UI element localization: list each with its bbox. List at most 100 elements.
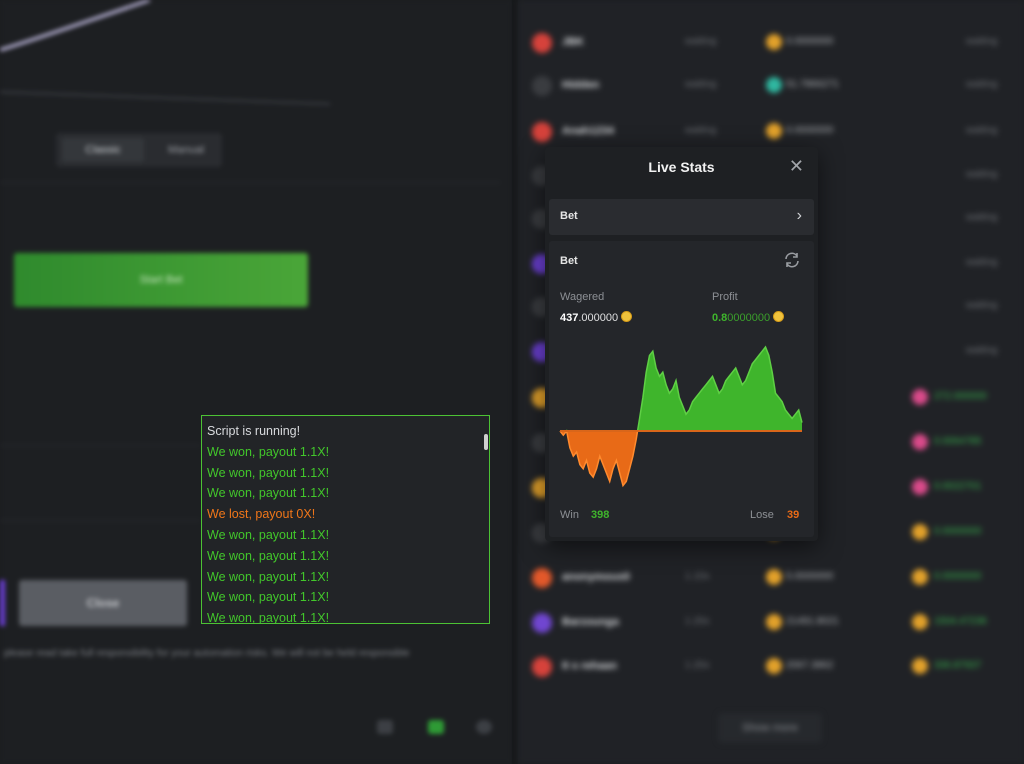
close-button[interactable]: Close	[19, 580, 187, 626]
profit-label: Profit	[712, 291, 738, 303]
payout-status: waiting	[966, 212, 998, 223]
coin-icon	[912, 479, 928, 495]
log-scrollbar[interactable]	[484, 434, 488, 450]
avatar	[532, 76, 552, 96]
log-line: We won, payout 1.1X!	[207, 527, 330, 542]
bet-amount: 0.0000000	[786, 36, 834, 47]
stats-card: Bet Wagered 437.000000 Profit 0.80000000…	[549, 241, 814, 537]
payout-amount: 272.000000	[934, 391, 987, 402]
payout-amount: 0.0000000	[934, 571, 982, 582]
game-area-background: Classic Manual Start Bet Close please re…	[0, 0, 512, 764]
help-icon[interactable]	[476, 720, 492, 734]
profit-value: 0.80000000	[712, 311, 785, 324]
payout-amount: 1504.47236	[934, 616, 987, 627]
win-count: 398	[591, 509, 610, 521]
lose-count: 39	[787, 509, 800, 521]
player-row: Anah1234 waiting 0.0000000 waiting	[530, 116, 1020, 146]
player-row: JBK waiting 0.0000000 waiting	[530, 27, 1020, 57]
player-name: It s rehaan	[562, 660, 618, 672]
bet-mode-tabs: Classic Manual	[56, 133, 222, 167]
player-name: Hidden	[562, 79, 600, 91]
profit-chart	[559, 345, 803, 488]
divider	[0, 520, 200, 521]
stats-icon[interactable]	[428, 720, 444, 734]
player-name: anonymous0	[562, 571, 630, 583]
avatar	[532, 657, 552, 677]
live-stats-panel: Live Stats ✕ Bet › Bet Wagered 437.00000…	[545, 147, 818, 541]
payout-status: waiting	[966, 169, 998, 180]
log-line: We won, payout 1.1X!	[207, 486, 330, 501]
coin-icon	[912, 434, 928, 450]
coin-icon	[912, 658, 928, 674]
keyboard-icon[interactable]	[377, 720, 393, 734]
coin-icon	[766, 614, 782, 630]
selector-label: Bet	[560, 210, 578, 222]
player-name: Barzounga	[562, 616, 619, 628]
log-line: We won, payout 1.1X!	[207, 611, 330, 624]
disclaimer-text: please read take full responsibility for…	[4, 648, 410, 659]
payout-status: waiting	[966, 125, 998, 136]
coin-icon	[912, 614, 928, 630]
log-line: We won, payout 1.1X!	[207, 548, 330, 563]
payout-status: waiting	[966, 36, 998, 47]
log-line: We won, payout 1.1X!	[207, 444, 330, 459]
payout-status: waiting	[966, 300, 998, 311]
win-label: Win	[560, 509, 579, 521]
bet-amount: 21491.8021	[786, 616, 839, 627]
start-bet-button[interactable]: Start Bet	[14, 253, 308, 307]
bet-amount: 51.7866271	[786, 79, 839, 90]
refresh-icon[interactable]	[783, 251, 801, 269]
coin-icon	[912, 389, 928, 405]
profit-integer: 0.8	[712, 312, 728, 324]
profit-decimal: 0000000	[727, 312, 771, 324]
crash-graph-ghost	[0, 0, 331, 105]
divider	[0, 182, 500, 183]
payout-amount: 336.87937	[934, 660, 982, 671]
avatar	[532, 122, 552, 142]
coin-icon	[766, 658, 782, 674]
wagered-decimal: .000000	[578, 312, 619, 324]
lose-label: Lose	[750, 509, 774, 521]
show-more-button[interactable]: Show more	[718, 713, 822, 743]
coin-icon	[766, 34, 782, 50]
player-time: 1.10x	[685, 571, 710, 582]
coin-icon	[766, 123, 782, 139]
stats-section-label: Bet	[560, 255, 578, 267]
log-line: We won, payout 1.1X!	[207, 569, 330, 584]
player-name: JBK	[562, 36, 585, 48]
bet-amount: 5.0000000	[786, 571, 834, 582]
coin-icon	[912, 569, 928, 585]
player-time: waiting	[685, 125, 717, 136]
player-name: Anah1234	[562, 125, 614, 137]
wagered-value: 437.000000	[560, 311, 633, 324]
coin-icon	[621, 311, 633, 322]
payout-status: waiting	[966, 79, 998, 90]
coin-icon	[766, 77, 782, 93]
bet-amount: 0.0000000	[786, 125, 834, 136]
log-line: We lost, payout 0X!	[207, 507, 316, 522]
accent-button-edge[interactable]	[0, 580, 5, 626]
player-row: Hidden waiting 51.7866271 waiting	[530, 70, 1020, 100]
avatar	[532, 568, 552, 588]
avatar	[532, 33, 552, 53]
player-row: anonymous0 1.10x 5.0000000 0.0000000	[530, 562, 1020, 592]
close-icon[interactable]: ✕	[789, 157, 804, 175]
player-time: 1.20x	[685, 616, 710, 627]
coin-icon	[773, 311, 785, 322]
panel-title: Live Stats	[648, 159, 715, 175]
script-log[interactable]: Script is running! We won, payout 1.1X! We…	[201, 415, 490, 624]
tab-manual[interactable]: Manual	[156, 138, 216, 162]
stats-game-selector[interactable]: Bet ›	[549, 199, 814, 235]
divider	[0, 445, 200, 446]
bet-amount: 2067.3862	[786, 660, 834, 671]
player-time: waiting	[685, 79, 717, 90]
tab-classic[interactable]: Classic	[62, 138, 144, 162]
log-line: Script is running!	[207, 424, 301, 438]
coin-icon	[912, 524, 928, 540]
chevron-right-icon: ›	[796, 207, 802, 224]
player-row: It s rehaan 1.20x 2067.3862 336.87937	[530, 651, 1020, 681]
wagered-integer: 437	[560, 312, 579, 324]
player-time: 1.20x	[685, 660, 710, 671]
payout-status: waiting	[966, 345, 998, 356]
player-row: Barzounga 1.20x 21491.8021 1504.47236	[530, 607, 1020, 637]
